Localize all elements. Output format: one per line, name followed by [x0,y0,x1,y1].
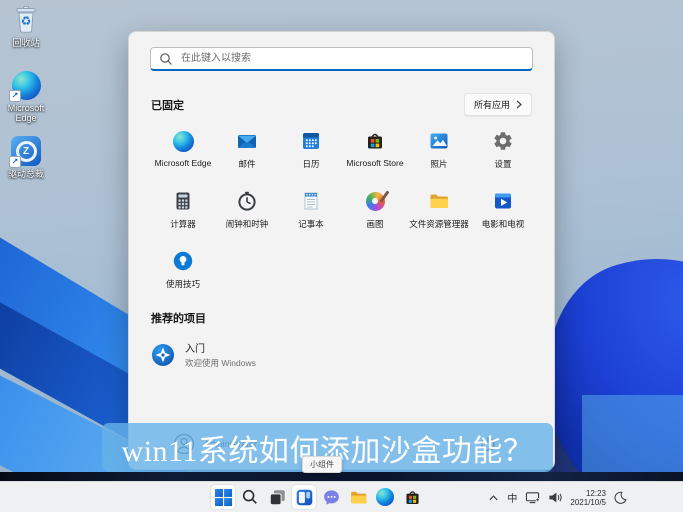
taskbar-edge-button[interactable] [373,485,397,509]
desktop-icon-label: 回收站 [12,38,40,48]
recommended-header: 推荐的项目 [151,313,206,325]
pinned-header: 已固定 [151,99,184,112]
taskbar-icon-group [211,485,424,509]
photos-icon [428,130,450,152]
recommended-item-get-started[interactable]: 入门 欢迎使用 Windows [151,340,554,369]
mail-icon [236,130,258,152]
edge-icon [172,130,194,152]
pinned-app-store[interactable]: Microsoft Store [343,126,407,186]
task-view-button[interactable] [265,485,289,509]
start-menu: 已固定 所有应用 Microsoft Edge 邮件 [128,31,555,470]
windows-start-icon [214,488,232,506]
app-label: 计算器 [170,219,196,229]
pinned-app-paint[interactable]: 画图 [343,186,407,246]
pinned-app-calendar[interactable]: 日历 [279,126,343,186]
notepad-icon [300,190,322,212]
speaker-icon [549,492,563,503]
wallpaper-glow [582,395,683,481]
network-display-button[interactable] [525,491,540,504]
chevron-right-icon [516,100,522,109]
system-tray: 中 12:23 2021/10/5 [488,482,627,513]
edge-icon [376,488,394,506]
search-icon [160,53,172,65]
volume-button[interactable] [548,491,563,504]
focus-assist-button[interactable] [614,491,627,504]
chevron-up-icon [489,495,498,501]
store-icon [364,130,386,152]
pinned-app-alarms[interactable]: 闹钟和时钟 [215,186,279,246]
get-started-icon [152,343,174,366]
app-label: 邮件 [238,159,256,169]
edge-icon: ↗ [9,70,41,102]
tray-chevron-up-button[interactable] [488,493,499,502]
alarm-clock-icon [236,190,258,212]
pinned-app-notepad[interactable]: 记事本 [279,186,343,246]
pinned-app-calculator[interactable]: 计算器 [151,186,215,246]
search-icon [242,489,257,504]
pinned-app-photos[interactable]: 照片 [407,126,471,186]
driver-app-icon: Z ↗ [9,136,41,168]
wallpaper-dark-edge [0,472,683,481]
desktop-icon-label: Microsoft Edge [7,103,45,123]
desktop-icon-label: 驱动总裁 [7,169,44,179]
widgets-button[interactable] [292,485,316,509]
pinned-app-file-explorer[interactable]: 文件资源管理器 [407,186,471,246]
calendar-icon [300,130,322,152]
widgets-tooltip: 小组件 [302,456,342,473]
pinned-apps-grid: Microsoft Edge 邮件 日历 Microsoft Store 照片 … [151,126,535,306]
clock-date: 2021/10/5 [570,497,606,507]
app-label: 日历 [302,159,320,169]
chat-button[interactable] [319,485,343,509]
start-button[interactable] [211,485,235,509]
pinned-app-mail[interactable]: 邮件 [215,126,279,186]
app-label: Microsoft Edge [154,158,212,168]
network-display-icon [526,492,540,504]
clock-time: 12:23 [585,488,606,498]
widgets-icon [296,489,312,505]
all-apps-button[interactable]: 所有应用 [463,93,532,116]
moon-icon [614,491,627,504]
app-label: 文件资源管理器 [409,219,469,229]
app-label: 照片 [430,159,448,169]
desktop-icon-recycle-bin[interactable]: ♻ 回收站 [0,5,54,48]
taskbar-clock[interactable]: 12:23 2021/10/5 [570,489,606,507]
pinned-app-movies-tv[interactable]: 电影和电视 [471,186,535,246]
taskbar-store-button[interactable] [400,485,424,509]
desktop-icon-driver-app[interactable]: Z ↗ 驱动总裁 [0,136,54,179]
search-input[interactable] [150,47,533,71]
app-label: 使用技巧 [165,279,200,289]
taskbar-search-button[interactable] [238,485,262,509]
paint-palette-icon [364,189,390,212]
app-label: 闹钟和时钟 [225,219,269,229]
shortcut-arrow-icon: ↗ [9,90,21,102]
app-label: Microsoft Store [346,158,404,168]
file-explorer-folder-icon [350,491,366,504]
task-view-icon [269,489,285,505]
desktop-icon-edge[interactable]: ↗ Microsoft Edge [0,70,54,123]
taskbar: 中 12:23 2021/10/5 [0,481,683,512]
recycle-bin-icon: ♻ [11,5,41,35]
chat-icon [323,489,339,505]
settings-gear-icon [492,130,514,152]
app-label: 画图 [366,219,384,229]
recommended-subtitle: 欢迎使用 Windows [185,358,256,368]
movies-tv-icon [492,190,514,212]
file-explorer-folder-icon [428,190,450,212]
app-label: 电影和电视 [481,219,525,229]
pinned-app-edge[interactable]: Microsoft Edge [151,126,215,186]
app-label: 记事本 [298,219,324,229]
all-apps-label: 所有应用 [473,100,510,110]
recommended-title: 入门 [185,344,205,355]
recycle-symbol: ♻ [20,14,32,28]
tips-bulb-icon [172,250,194,272]
store-icon [405,490,419,504]
calculator-icon [172,190,194,212]
shortcut-arrow-icon: ↗ [9,156,21,168]
pinned-app-tips[interactable]: 使用技巧 [151,246,215,306]
taskbar-file-explorer-button[interactable] [346,485,370,509]
ime-indicator[interactable]: 中 [507,490,517,505]
app-label: 设置 [494,159,512,169]
pinned-app-settings[interactable]: 设置 [471,126,535,186]
